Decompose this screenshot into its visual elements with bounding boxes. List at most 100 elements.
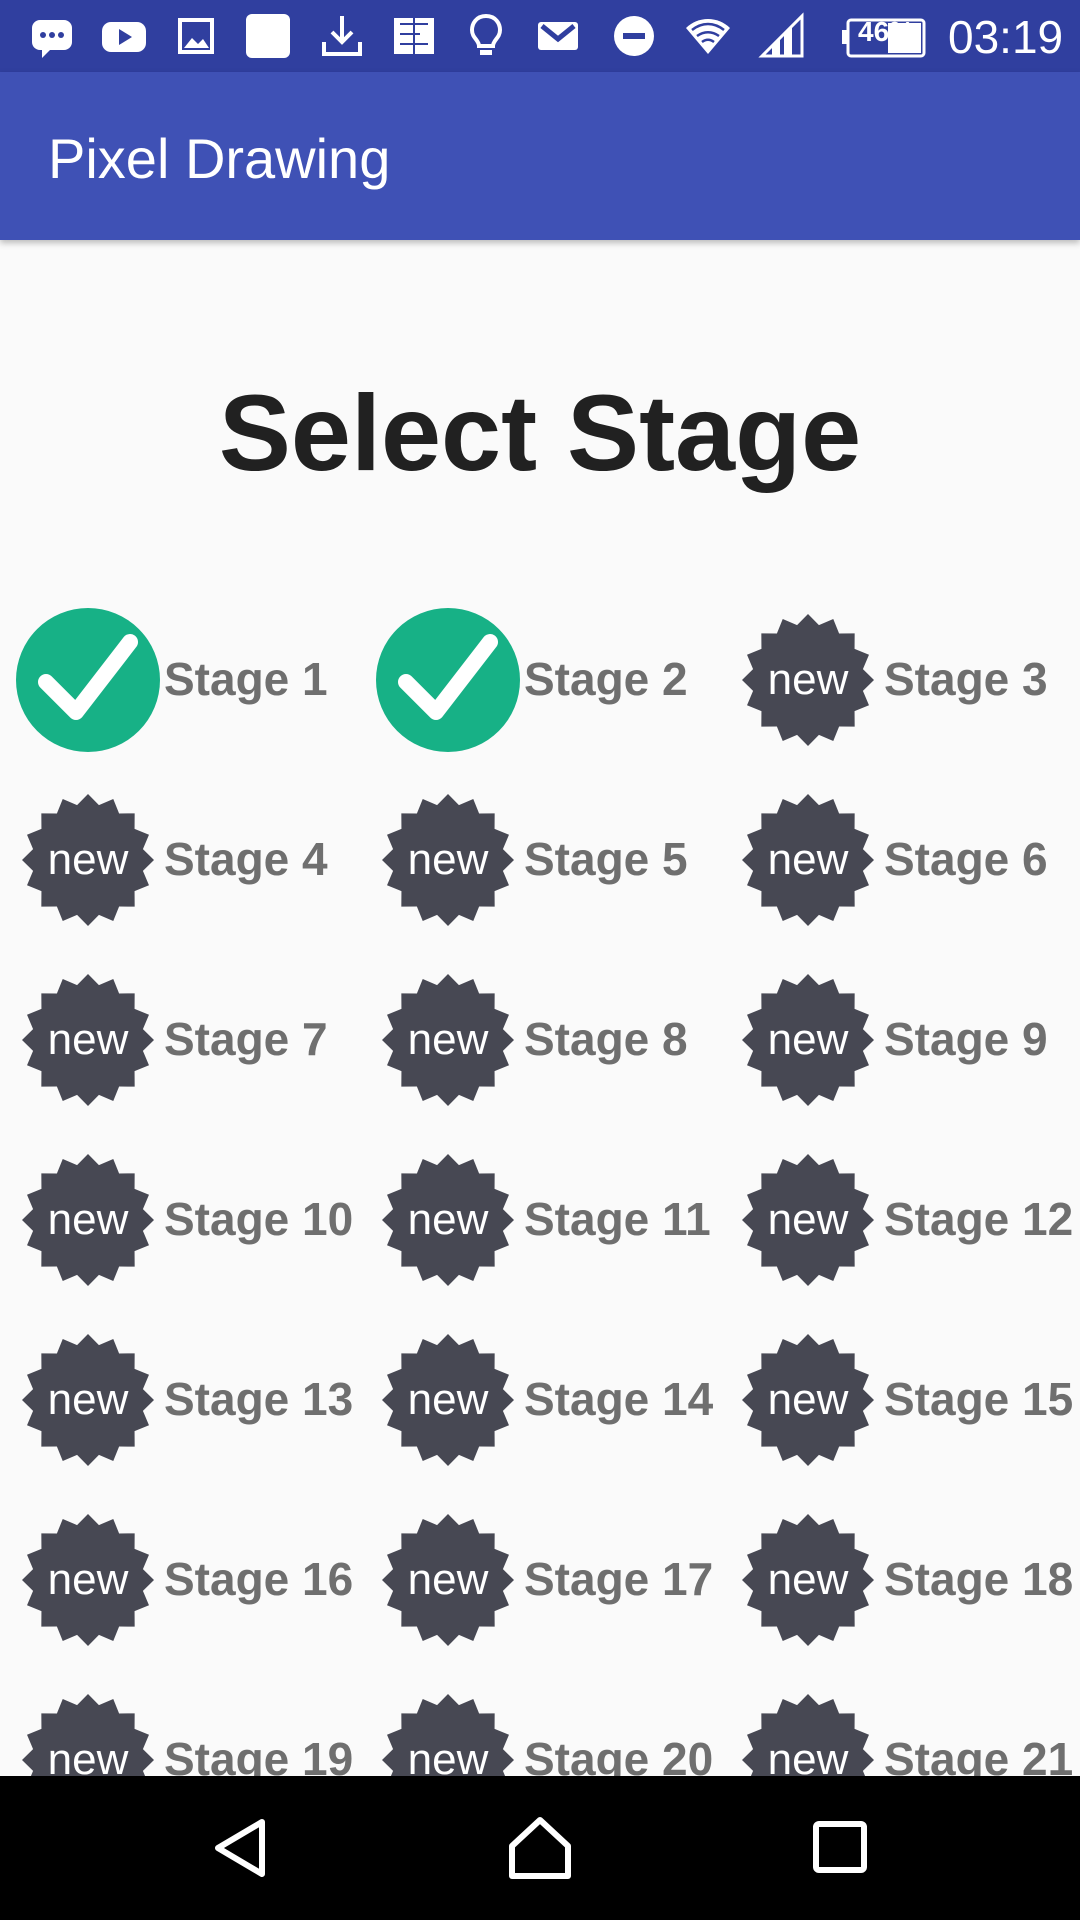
new-badge-icon: new [16,1688,160,1776]
new-badge-icon: new [16,1148,160,1292]
stage-item[interactable]: new Stage 6 [720,770,1080,950]
new-badge-icon: new [736,1328,880,1472]
stage-item[interactable]: new Stage 19 [0,1670,360,1776]
stage-label: Stage 6 [884,833,1048,885]
stage-item[interactable]: new Stage 15 [720,1310,1080,1490]
stage-label: Stage 12 [884,1193,1074,1245]
stage-label: Stage 11 [524,1193,711,1245]
stage-label: Stage 14 [524,1373,714,1425]
new-badge-icon: new [736,608,880,752]
page-title: Select Stage [218,372,862,493]
stage-label: Stage 17 [524,1553,714,1605]
do-not-disturb-icon [610,12,658,60]
stage-item[interactable]: new Stage 9 [720,950,1080,1130]
stage-item[interactable]: new Stage 3 [720,590,1080,770]
home-button[interactable] [504,1812,576,1884]
stage-label: Stage 2 [524,653,688,705]
gallery-icon [172,12,220,60]
stage-label: Stage 9 [884,1013,1048,1065]
stage-grid: Stage 1 Stage 2 new Stage 3 new Stage 4 new Sta… [0,590,1080,1776]
stage-item[interactable]: new Stage 14 [360,1310,720,1490]
new-badge-text: new [48,1555,129,1604]
new-badge-text: new [408,1375,489,1424]
new-badge-icon: new [376,968,520,1112]
stage-item[interactable]: new Stage 4 [0,770,360,950]
new-badge-text: new [408,1015,489,1064]
new-badge-icon: new [376,1508,520,1652]
stage-item[interactable]: new Stage 5 [360,770,720,950]
recents-icon [813,1821,867,1873]
completed-check-icon [376,608,520,752]
new-badge-icon: new [736,968,880,1112]
new-badge-icon: new [376,1688,520,1776]
new-badge-icon: new [16,788,160,932]
stage-label: Stage 21 [884,1733,1074,1776]
stage-label: Stage 15 [884,1373,1074,1425]
stage-label: Stage 7 [164,1013,328,1065]
stage-item[interactable]: new Stage 17 [360,1490,720,1670]
clock: 03:19 [948,11,1064,63]
stage-label: Stage 10 [164,1193,354,1245]
wifi-icon [684,12,732,60]
stage-item[interactable]: new Stage 16 [0,1490,360,1670]
status-bar: 46% 03:19 [0,0,1080,72]
home-icon [509,1817,571,1879]
new-badge-icon: new [376,1148,520,1292]
stage-item[interactable]: new Stage 12 [720,1130,1080,1310]
stage-item[interactable]: Stage 2 [360,590,720,770]
stage-label: Stage 4 [164,833,328,885]
new-badge-icon: new [16,1508,160,1652]
back-icon [215,1819,265,1877]
new-badge-icon: new [376,1328,520,1472]
stage-label: Stage 3 [884,653,1048,705]
new-badge-text: new [768,1555,849,1604]
stage-label: Stage 13 [164,1373,354,1425]
gmail-icon [534,12,582,60]
lightbulb-icon [462,12,510,60]
stage-item[interactable]: Stage 1 [0,590,360,770]
stage-item[interactable]: new Stage 7 [0,950,360,1130]
new-badge-icon: new [736,1508,880,1652]
new-badge-text: new [48,1015,129,1064]
battery-level: 46% [858,16,915,47]
stage-item[interactable]: new Stage 20 [360,1670,720,1776]
messaging-icon [28,12,76,60]
stage-label: Stage 1 [164,653,328,705]
recents-button[interactable] [804,1812,876,1884]
stage-item[interactable]: new Stage 18 [720,1490,1080,1670]
back-button[interactable] [204,1812,276,1884]
stage-item[interactable]: new Stage 8 [360,950,720,1130]
stage-item[interactable]: new Stage 21 [720,1670,1080,1776]
app-title: Pixel Drawing [48,127,391,190]
completed-check-icon [16,608,160,752]
main-content[interactable]: Select Stage Stage 1 Stage 2 new Stage 3 new… [0,240,1080,1776]
new-badge-text: new [408,1555,489,1604]
new-badge-text: new [768,1735,849,1776]
new-badge-icon: new [736,788,880,932]
new-badge-text: new [768,1015,849,1064]
navigation-bar [0,1776,1080,1920]
stage-item[interactable]: new Stage 10 [0,1130,360,1310]
youtube-icon [100,12,148,60]
new-badge-icon: new [376,788,520,932]
new-badge-text: new [48,835,129,884]
puzzle-icon [390,12,438,60]
app-bar: Pixel Drawing [0,72,1080,240]
stage-label: Stage 18 [884,1553,1074,1605]
new-badge-icon: new [16,968,160,1112]
new-badge-text: new [768,835,849,884]
new-badge-icon: new [16,1328,160,1472]
stage-label: Stage 5 [524,833,688,885]
stage-label: Stage 16 [164,1553,354,1605]
new-badge-text: new [48,1735,129,1776]
stage-label: Stage 8 [524,1013,688,1065]
cell-signal-icon [758,12,806,60]
new-badge-icon: new [736,1688,880,1776]
stage-item[interactable]: new Stage 11 [360,1130,720,1310]
new-badge-text: new [768,1375,849,1424]
stage-item[interactable]: new Stage 13 [0,1310,360,1490]
stage-label: Stage 20 [524,1733,714,1776]
app-icon [244,12,292,60]
new-badge-text: new [48,1375,129,1424]
new-badge-text: new [768,655,849,704]
